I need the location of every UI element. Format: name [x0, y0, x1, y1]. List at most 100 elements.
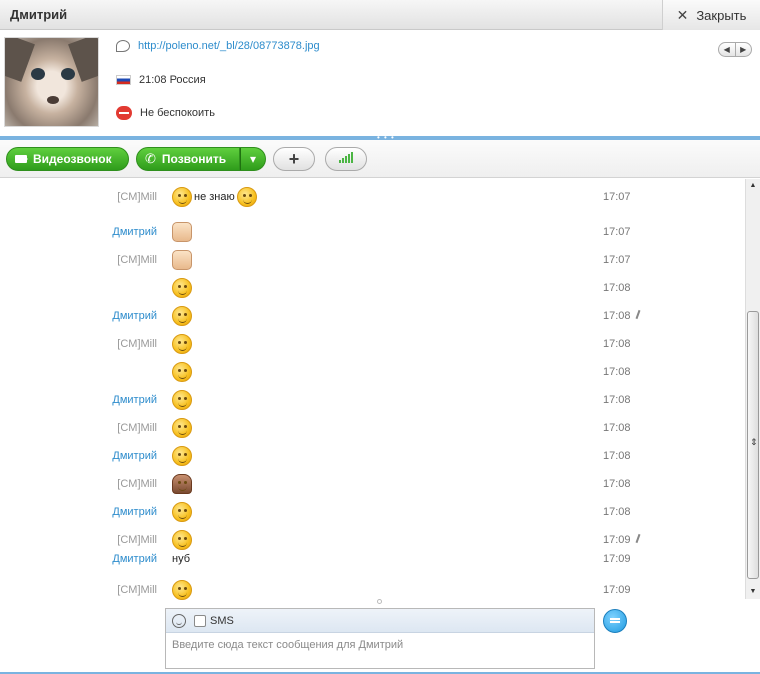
chat-message: [CM]Mill 17:08: [0, 470, 745, 498]
mood-message-icon: [116, 40, 130, 52]
chat-message: [CM]Mill 17:08: [0, 414, 745, 442]
handshake-emoticon: [172, 250, 192, 270]
chat-scrollbar[interactable]: ▲ ⇕ ▼: [745, 179, 760, 599]
input-resize-handle[interactable]: [377, 599, 382, 604]
signal-bars-icon: [339, 160, 341, 163]
close-button[interactable]: ✕ Закрыть: [662, 0, 760, 30]
scroll-up-icon[interactable]: ▲: [746, 179, 760, 193]
smile-emoticon: [236, 187, 257, 207]
chat-message: 17:08: [0, 274, 745, 302]
add-people-button[interactable]: +: [273, 147, 315, 171]
edited-pencil-icon: [635, 533, 641, 544]
dance-emoticon: [172, 474, 192, 494]
mood-message-link[interactable]: http://poleno.net/_bl/28/08773878.jpg: [138, 40, 320, 52]
message-time: 17:08: [603, 338, 631, 350]
message-time: 17:08: [603, 282, 631, 294]
message-time: 17:09: [603, 553, 631, 565]
call-quality-button[interactable]: [325, 147, 367, 171]
message-time: 17:08: [603, 478, 631, 490]
message-sender[interactable]: Дмитрий: [112, 386, 157, 414]
chat-message: Дмитрий 17:08: [0, 498, 745, 526]
video-call-label: Видеозвонок: [33, 152, 112, 166]
plus-icon: +: [288, 148, 300, 169]
wondering-emoticon: [172, 446, 192, 466]
call-button[interactable]: ✆ Позвонить: [136, 147, 240, 171]
local-time: 21:08 Россия: [139, 74, 206, 86]
message-sender[interactable]: [CM]Mill: [117, 414, 157, 442]
message-sender[interactable]: Дмитрий: [112, 218, 157, 246]
message-text: нуб: [172, 553, 190, 565]
chat-message: Дмитрий нуб 17:09: [0, 545, 745, 573]
avatar[interactable]: [4, 37, 99, 127]
facepalm-emoticon: [172, 502, 192, 522]
chat-message: 17:08: [0, 358, 745, 386]
message-sender[interactable]: [CM]Mill: [117, 470, 157, 498]
message-sender[interactable]: Дмитрий: [112, 302, 157, 330]
scroll-right-icon[interactable]: ▶: [736, 43, 752, 56]
video-camera-icon: [15, 155, 28, 163]
contact-profile: http://poleno.net/_bl/28/08773878.jpg 21…: [0, 30, 760, 136]
call-options-dropdown[interactable]: ▾: [240, 147, 266, 171]
message-time: 17:07: [603, 254, 631, 266]
send-message-button[interactable]: [603, 609, 627, 633]
message-sender[interactable]: [CM]Mill: [117, 576, 157, 604]
compose-toolbar: SMS: [166, 609, 594, 633]
message-input[interactable]: Введите сюда текст сообщения для Дмитрий: [166, 633, 594, 657]
message-time: 17:08: [603, 366, 631, 378]
chat-message: [CM]Mill 17:07: [0, 246, 745, 274]
chevron-down-icon: ▾: [249, 152, 257, 166]
scrollbar-thumb[interactable]: ⇕: [747, 311, 759, 579]
message-time: 17:08: [603, 422, 631, 434]
chat-message: [CM]Mill не знаю 17:07: [0, 183, 745, 211]
smile-emoticon: [172, 580, 192, 600]
status-text: Не беспокоить: [140, 107, 215, 119]
chat-history[interactable]: [CM]Mill не знаю 17:07 Дмитрий 17:07 [CM…: [0, 179, 745, 600]
thinking-emoticon: [172, 418, 192, 438]
contact-name-title: Дмитрий: [10, 7, 68, 22]
call-toolbar: Видеозвонок ✆ Позвонить ▾ +: [0, 140, 760, 178]
smile-emoticon: [172, 362, 192, 382]
message-time: 17:08: [603, 506, 631, 518]
message-time: 17:07: [603, 226, 631, 238]
message-time: 17:07: [603, 191, 631, 203]
close-icon: ✕: [676, 6, 689, 23]
scroll-down-icon[interactable]: ▼: [746, 585, 760, 599]
message-text: не знаю: [194, 191, 235, 203]
chat-message: [CM]Mill 17:08: [0, 330, 745, 358]
sms-checkbox[interactable]: [194, 614, 206, 627]
message-time: 17:08: [603, 310, 631, 322]
message-sender[interactable]: Дмитрий: [112, 545, 157, 573]
message-sender[interactable]: [CM]Mill: [117, 330, 157, 358]
message-time: 17:08: [603, 394, 631, 406]
title-bar: Дмитрий ✕ Закрыть: [0, 0, 760, 30]
emoticon-picker-icon[interactable]: [172, 613, 186, 628]
message-sender[interactable]: Дмитрий: [112, 442, 157, 470]
do-not-disturb-icon: [116, 106, 132, 120]
laughing-emoticon: [172, 306, 192, 326]
chat-message: Дмитрий 17:08: [0, 442, 745, 470]
giggle-emoticon: [172, 334, 192, 354]
thumbs-up-emoticon: [172, 222, 192, 242]
edited-pencil-icon: [635, 309, 641, 320]
message-sender[interactable]: [CM]Mill: [117, 246, 157, 274]
chat-message: Дмитрий 17:08: [0, 386, 745, 414]
message-time: 17:08: [603, 450, 631, 462]
message-sender[interactable]: [CM]Mill: [117, 183, 157, 211]
phone-icon: ✆: [145, 151, 156, 166]
message-sender[interactable]: Дмитрий: [112, 498, 157, 526]
call-label: Позвонить: [161, 152, 227, 166]
message-time: 17:09: [603, 584, 631, 596]
scroll-left-icon[interactable]: ◀: [719, 43, 736, 56]
profile-scroll-buttons[interactable]: ◀ ▶: [718, 42, 752, 57]
wondering-emoticon: [172, 187, 192, 207]
message-compose: SMS Введите сюда текст сообщения для Дми…: [165, 608, 595, 669]
chat-message: Дмитрий 17:08: [0, 302, 745, 330]
happy-emoticon: [172, 278, 192, 298]
sms-label: SMS: [210, 614, 234, 627]
chat-message: Дмитрий 17:07: [0, 218, 745, 246]
video-call-button[interactable]: Видеозвонок: [6, 147, 129, 171]
chat-message: [CM]Mill 17:09: [0, 576, 745, 604]
laughing-emoticon: [172, 390, 192, 410]
russia-flag-icon: [116, 75, 131, 85]
close-label: Закрыть: [696, 7, 747, 23]
